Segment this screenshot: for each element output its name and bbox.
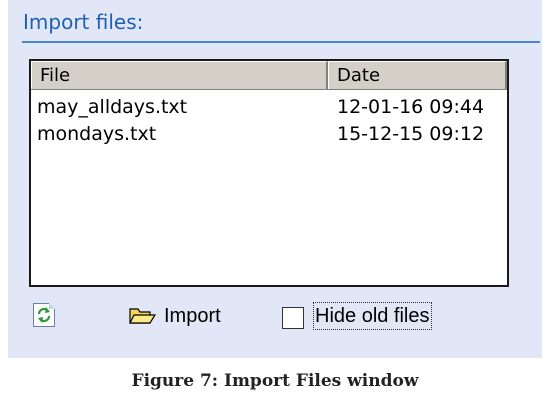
panel-title: Import files: bbox=[23, 10, 144, 34]
hide-old-files-label[interactable]: Hide old files bbox=[313, 302, 432, 330]
file-date: 15-12-15 09:12 bbox=[337, 123, 485, 145]
list-header: File Date bbox=[31, 61, 507, 90]
folder-open-icon bbox=[129, 308, 156, 324]
refresh-button[interactable] bbox=[33, 303, 55, 327]
column-header-file[interactable]: File bbox=[31, 61, 328, 89]
import-label: Import bbox=[164, 305, 221, 327]
figure-caption: Figure 7: Import Files window bbox=[131, 371, 419, 391]
column-header-date[interactable]: Date bbox=[328, 61, 507, 89]
file-name: mondays.txt bbox=[37, 123, 157, 145]
file-list[interactable]: File Date may_alldays.txt 12-01-16 09:44… bbox=[29, 59, 509, 287]
hide-old-files-checkbox[interactable] bbox=[282, 307, 304, 329]
title-divider bbox=[22, 41, 540, 43]
file-name: may_alldays.txt bbox=[37, 96, 188, 118]
list-item[interactable]: may_alldays.txt 12-01-16 09:44 bbox=[31, 94, 507, 120]
file-date: 12-01-16 09:44 bbox=[337, 96, 485, 118]
refresh-icon bbox=[37, 307, 51, 323]
list-item[interactable]: mondays.txt 15-12-15 09:12 bbox=[31, 121, 507, 147]
